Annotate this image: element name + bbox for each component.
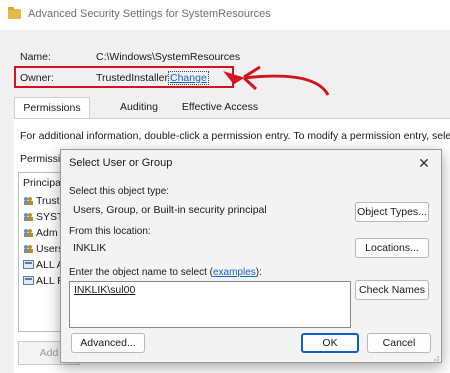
owner-label: Owner: <box>20 72 54 84</box>
object-name-value: INKLIK\sul00 <box>74 284 136 296</box>
list-item[interactable]: SYST <box>23 211 63 223</box>
principal-column-header[interactable]: Principa <box>23 177 61 189</box>
list-item[interactable]: ALL R <box>23 275 65 287</box>
list-item[interactable]: Users <box>23 243 63 255</box>
close-icon[interactable]: ✕ <box>413 153 435 173</box>
examples-link[interactable]: examples <box>213 267 256 278</box>
locations-button[interactable]: Locations... <box>355 238 429 258</box>
advanced-button[interactable]: Advanced... <box>71 333 145 353</box>
users-icon <box>23 228 34 237</box>
info-text: For additional information, double-click… <box>20 130 450 142</box>
list-item[interactable]: ALL A <box>23 259 64 271</box>
dialog-title: Select User or Group <box>69 157 173 169</box>
principal-name: Trust <box>36 195 60 207</box>
object-name-input[interactable]: INKLIK\sul00 <box>69 281 351 328</box>
object-type-field: Users, Group, or Built-in security princ… <box>69 200 351 220</box>
object-type-label: Select this object type: <box>69 186 170 197</box>
package-icon <box>23 260 34 269</box>
enter-object-name-label: Enter the object name to select (example… <box>69 267 262 278</box>
users-icon <box>23 244 34 253</box>
ok-button[interactable]: OK <box>301 333 359 353</box>
list-item[interactable]: Trust <box>23 195 60 207</box>
tab-permissions[interactable]: Permissions <box>14 97 90 118</box>
enter-label-text: Enter the object name to select ( <box>69 267 213 278</box>
users-icon <box>23 212 34 221</box>
window-title: Advanced Security Settings for SystemRes… <box>28 8 271 20</box>
tab-auditing[interactable]: Auditing <box>102 97 176 117</box>
check-names-button[interactable]: Check Names <box>355 280 429 300</box>
window-titlebar: Advanced Security Settings for SystemRes… <box>0 0 450 30</box>
package-icon <box>23 276 34 285</box>
list-item[interactable]: Adm <box>23 227 58 239</box>
tab-effective-access[interactable]: Effective Access <box>174 97 266 117</box>
folder-icon <box>8 7 21 19</box>
principal-name: Adm <box>36 227 58 239</box>
location-label: From this location: <box>69 226 151 237</box>
enter-label-suffix: ): <box>255 267 262 278</box>
select-user-dialog: Select User or Group ✕ Select this objec… <box>60 149 442 363</box>
cancel-button[interactable]: Cancel <box>367 333 431 353</box>
users-icon <box>23 196 34 205</box>
resize-grip-icon[interactable] <box>431 352 439 361</box>
annotation-arrow-icon <box>223 65 330 96</box>
owner-value: TrustedInstaller <box>96 72 168 84</box>
name-label: Name: <box>20 51 51 63</box>
location-field: INKLIK <box>69 238 351 258</box>
object-types-button[interactable]: Object Types... <box>355 202 429 222</box>
